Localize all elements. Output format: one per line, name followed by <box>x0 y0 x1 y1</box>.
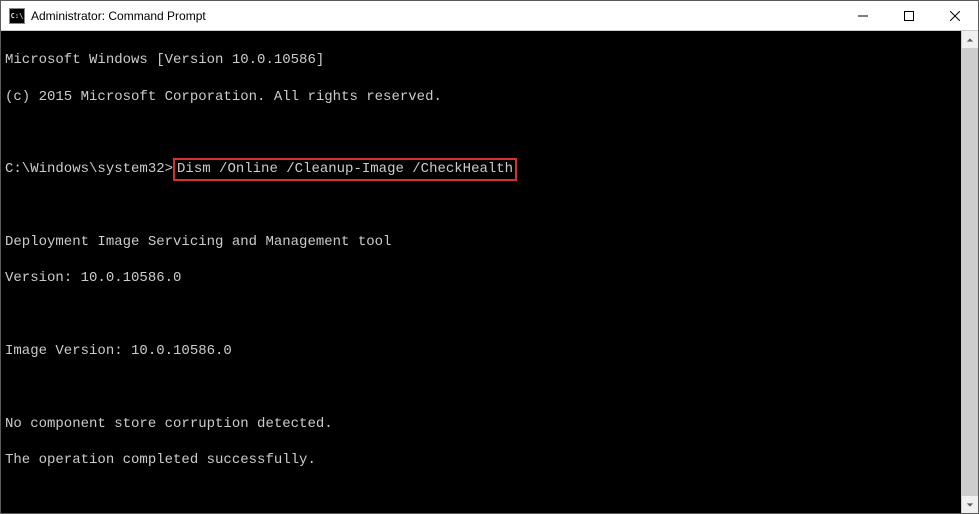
prompt-path: C:\Windows\system32> <box>5 161 173 177</box>
output-blank <box>5 488 957 506</box>
cmd-icon: C:\ <box>9 8 25 24</box>
highlighted-command: Dism /Online /Cleanup-Image /CheckHealth <box>173 158 517 180</box>
minimize-button[interactable] <box>840 1 886 30</box>
output-line: Deployment Image Servicing and Managemen… <box>5 233 957 251</box>
scrollbar-thumb[interactable] <box>962 48 978 496</box>
window-controls <box>840 1 978 30</box>
output-blank <box>5 124 957 142</box>
output-line: No component store corruption detected. <box>5 415 957 433</box>
output-blank <box>5 306 957 324</box>
vertical-scrollbar[interactable] <box>961 31 978 513</box>
command-prompt-window: C:\ Administrator: Command Prompt Micros… <box>0 0 979 514</box>
output-blank <box>5 197 957 215</box>
window-title: Administrator: Command Prompt <box>31 9 840 23</box>
scroll-down-button[interactable] <box>962 496 978 513</box>
chevron-up-icon <box>966 36 974 44</box>
maximize-button[interactable] <box>886 1 932 30</box>
scrollbar-track[interactable] <box>962 48 978 496</box>
close-button[interactable] <box>932 1 978 30</box>
output-line: Microsoft Windows [Version 10.0.10586] <box>5 51 957 69</box>
titlebar[interactable]: C:\ Administrator: Command Prompt <box>1 1 978 31</box>
client-area: Microsoft Windows [Version 10.0.10586] (… <box>1 31 978 513</box>
output-line: The operation completed successfully. <box>5 451 957 469</box>
output-line: Version: 10.0.10586.0 <box>5 269 957 287</box>
prompt-line: C:\Windows\system32>Dism /Online /Cleanu… <box>5 160 957 178</box>
output-line: (c) 2015 Microsoft Corporation. All righ… <box>5 88 957 106</box>
output-blank <box>5 379 957 397</box>
scroll-up-button[interactable] <box>962 31 978 48</box>
terminal-output[interactable]: Microsoft Windows [Version 10.0.10586] (… <box>1 31 961 513</box>
output-line: Image Version: 10.0.10586.0 <box>5 342 957 360</box>
chevron-down-icon <box>966 501 974 509</box>
